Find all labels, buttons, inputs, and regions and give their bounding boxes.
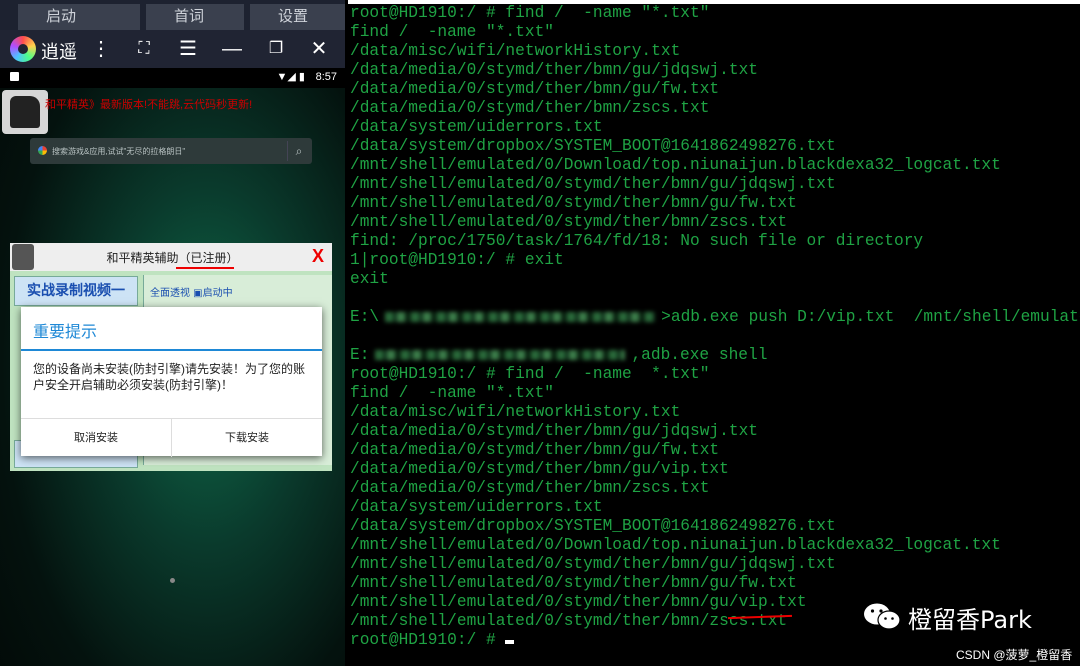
prompt-drive: E: bbox=[350, 346, 370, 364]
terminal-line: /data/media/0/stymd/ther/bmn/gu/jdqswj.t… bbox=[350, 61, 758, 79]
signal-battery-icon: ▼◢ ▮ bbox=[276, 71, 305, 83]
watermark-brand: 橙留香Park bbox=[908, 606, 1032, 634]
more-menu-icon[interactable]: ⋮ bbox=[88, 36, 114, 62]
terminal-line: exit bbox=[350, 270, 389, 288]
emulator-logo-icon bbox=[10, 36, 36, 62]
terminal-line: /data/system/dropbox/SYSTEM_BOOT@1641862… bbox=[350, 137, 836, 155]
terminal-line: find / -name "*.txt" bbox=[350, 384, 554, 402]
push-command: >adb.exe push D:/vip.txt /mnt/shell/emul… bbox=[661, 308, 1080, 326]
terminal-line: /data/misc/wifi/networkHistory.txt bbox=[350, 42, 681, 60]
terminal-line: root@HD1910:/ # find / -name *.txt" bbox=[350, 365, 710, 383]
terminal-line-shell: E: ,adb.exe shell bbox=[350, 346, 1080, 365]
close-window-icon[interactable]: ✕ bbox=[306, 36, 332, 62]
terminal-line: /data/system/dropbox/SYSTEM_BOOT@1641862… bbox=[350, 517, 836, 535]
google-icon bbox=[38, 146, 47, 155]
marquee-text: 和平精英》最新版本!不能跳,云代码秒更新! bbox=[45, 99, 253, 111]
terminal-output: root@HD1910:/ # find / -name "*.txt" fin… bbox=[350, 4, 1080, 650]
helper-close-icon[interactable]: X bbox=[312, 246, 324, 267]
cancel-install-button[interactable]: 取消安装 bbox=[21, 419, 171, 457]
terminal-prompt: root@HD1910:/ # bbox=[350, 631, 506, 649]
important-notice-dialog: 重要提示 您的设备尚未安装(防封引擎)请先安装！为了您的账户安全开启辅助必须安装… bbox=[21, 307, 322, 457]
wechat-icon bbox=[864, 603, 901, 630]
settings-button[interactable]: 设置 bbox=[250, 4, 345, 30]
terminal-line: /data/media/0/stymd/ther/bmn/gu/jdqswj.t… bbox=[350, 422, 758, 440]
soldier-icon bbox=[10, 96, 40, 128]
terminal-window[interactable]: root@HD1910:/ # find / -name "*.txt" fin… bbox=[348, 4, 1080, 666]
terminal-line: /mnt/shell/emulated/0/stymd/ther/bmn/zsc… bbox=[350, 213, 788, 231]
dialog-title: 重要提示 bbox=[33, 324, 98, 341]
terminal-line: /mnt/shell/emulated/0/stymd/ther/bmn/gu/… bbox=[350, 555, 836, 573]
start-button[interactable]: 启动 bbox=[18, 4, 140, 30]
first-button[interactable]: 首词 bbox=[146, 4, 244, 30]
emulator-app-name: 逍遥 bbox=[41, 42, 77, 62]
restore-window-icon[interactable]: ❐ bbox=[263, 36, 289, 62]
terminal-line: /mnt/shell/emulated/0/stymd/ther/bmn/gu/… bbox=[350, 194, 797, 212]
status-time: 8:57 bbox=[315, 71, 337, 83]
terminal-line: 1|root@HD1910:/ # exit bbox=[350, 251, 564, 269]
terminal-line-push: E:\ >adb.exe push D:/vip.txt /mnt/shell/e… bbox=[350, 308, 1080, 327]
shell-command: ,adb.exe shell bbox=[631, 346, 768, 364]
csdn-credit: CSDN @菠萝_橙留香 bbox=[956, 648, 1073, 662]
dialog-button-row: 取消安装 下载安装 bbox=[21, 418, 322, 457]
terminal-cursor bbox=[505, 640, 515, 644]
terminal-line: /mnt/shell/emulated/0/stymd/ther/bmn/gu/… bbox=[350, 574, 797, 592]
helper-tab-record[interactable]: 实战录制视频一 bbox=[14, 276, 138, 306]
terminal-line: /data/media/0/stymd/ther/bmn/gu/vip.txt bbox=[350, 460, 729, 478]
terminal-line: find / -name "*.txt" bbox=[350, 23, 554, 41]
prompt-drive: E:\ bbox=[350, 308, 380, 326]
redacted-path bbox=[375, 349, 626, 360]
hamburger-menu-icon[interactable]: ☰ bbox=[175, 36, 201, 62]
helper-title: 和平精英辅助（已注册） bbox=[106, 251, 239, 265]
terminal-line: /mnt/shell/emulated/0/Download/top.niuna… bbox=[350, 156, 1001, 174]
helper-option-wallhack[interactable]: 全面透视 ▣启动中 bbox=[150, 284, 233, 299]
terminal-line: /mnt/shell/emulated/0/stymd/ther/bmn/gu/… bbox=[350, 175, 836, 193]
download-install-button[interactable]: 下载安装 bbox=[172, 419, 322, 457]
terminal-line: /data/media/0/stymd/ther/bmn/zscs.txt bbox=[350, 479, 710, 497]
terminal-line: /data/media/0/stymd/ther/bmn/gu/fw.txt bbox=[350, 80, 720, 98]
terminal-line: /data/misc/wifi/networkHistory.txt bbox=[350, 403, 681, 421]
terminal-line: find: /proc/1750/task/1764/fd/18: No suc… bbox=[350, 232, 924, 250]
emulator-window: 启动 首词 设置 逍遥 ⋮ ⛶ ☰ — ❐ ✕ ▼◢ ▮ 8:57 和平精英》最… bbox=[0, 0, 345, 666]
screenshot-icon[interactable]: ⛶ bbox=[131, 36, 157, 62]
game-app-icon[interactable] bbox=[2, 90, 48, 134]
terminal-line: root@HD1910:/ # find / -name "*.txt" bbox=[350, 4, 710, 22]
notification-icon bbox=[10, 72, 19, 81]
terminal-line: /data/system/uiderrors.txt bbox=[350, 498, 603, 516]
terminal-line: /data/system/uiderrors.txt bbox=[350, 118, 603, 136]
home-dot bbox=[170, 578, 175, 583]
annotation-underline bbox=[176, 267, 234, 269]
dialog-divider bbox=[21, 349, 322, 351]
terminal-line: /data/media/0/stymd/ther/bmn/zscs.txt bbox=[350, 99, 710, 117]
dialog-message: 您的设备尚未安装(防封引擎)请先安装！为了您的账户安全开启辅助必须安装(防封引擎… bbox=[33, 362, 305, 392]
terminal-line: /data/media/0/stymd/ther/bmn/gu/fw.txt bbox=[350, 441, 720, 459]
minimize-icon[interactable]: — bbox=[219, 36, 245, 62]
search-placeholder: 搜索游戏&应用,试试"无尽的拉格朗日" bbox=[52, 147, 186, 156]
redacted-path bbox=[385, 311, 656, 322]
search-icon[interactable]: ⌕ bbox=[287, 141, 310, 161]
terminal-line: /mnt/shell/emulated/0/Download/top.niuna… bbox=[350, 536, 1001, 554]
